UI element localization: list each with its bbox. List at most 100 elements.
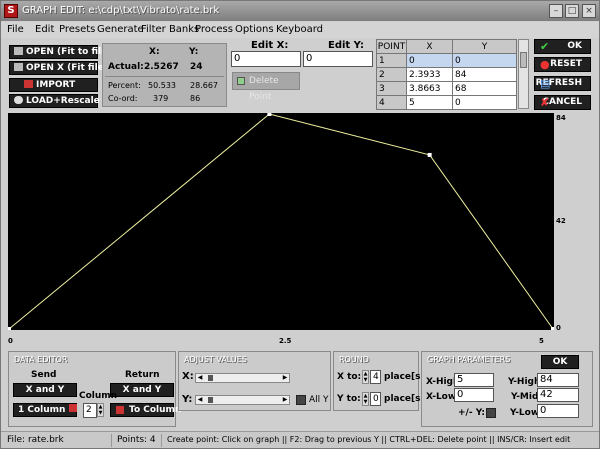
adjust-x-label: X: bbox=[182, 371, 194, 382]
row-y[interactable]: 68 bbox=[452, 81, 517, 96]
points-table: POINT X Y 1 0 0 2 2.3933 84 3 3.8663 68 … bbox=[376, 39, 517, 110]
row-x[interactable]: 3.8663 bbox=[406, 81, 453, 96]
table-scrollbar[interactable] bbox=[518, 39, 529, 109]
close-icon[interactable]: × bbox=[582, 4, 596, 18]
cancel-icon: ✘ bbox=[540, 96, 550, 109]
actual-y-value: 24 bbox=[190, 62, 203, 72]
minimize-icon[interactable]: – bbox=[549, 4, 563, 18]
menu-file[interactable]: File bbox=[7, 24, 24, 35]
round-y-field[interactable]: 0 bbox=[370, 392, 381, 406]
graph-point-1[interactable] bbox=[7, 327, 11, 331]
menu-edit[interactable]: Edit bbox=[35, 24, 54, 35]
coord-label: Co-ord: bbox=[108, 94, 138, 103]
actual-x-value: 2.5267 bbox=[144, 62, 179, 72]
graph-point-4[interactable] bbox=[551, 327, 555, 331]
col-header-y[interactable]: Y bbox=[452, 39, 517, 54]
reset-button[interactable]: ● RESET bbox=[534, 57, 591, 72]
coord-x-value: 379 bbox=[153, 94, 169, 103]
import-icon bbox=[24, 80, 33, 88]
to-column-button[interactable]: To Column bbox=[110, 403, 181, 417]
row-point: 3 bbox=[376, 81, 407, 96]
one-column-button[interactable]: 1 Column bbox=[13, 403, 78, 417]
graph-point-3[interactable] bbox=[427, 152, 432, 157]
send-label: Send bbox=[31, 370, 57, 380]
open-x-fit-button[interactable]: OPEN X (Fit file) bbox=[9, 61, 108, 75]
round-x-spinner[interactable]: ▲ ▼ bbox=[362, 370, 369, 384]
x-tick-low: 0 bbox=[8, 337, 13, 345]
row-x[interactable]: 2.3933 bbox=[406, 67, 453, 82]
round-x-field[interactable]: 4 bbox=[370, 370, 381, 384]
delete-point-button[interactable]: Delete Point bbox=[232, 72, 300, 102]
menu-generate[interactable]: Generate bbox=[97, 24, 144, 35]
percent-x-value: 50.533 bbox=[148, 81, 176, 90]
menu-options[interactable]: Options bbox=[235, 24, 274, 35]
one-column-label: 1 Column bbox=[18, 405, 66, 415]
delete-point-label: Delete Point bbox=[249, 76, 279, 102]
row-point: 4 bbox=[376, 95, 407, 110]
actual-label: Actual: bbox=[108, 62, 144, 72]
edit-x-field[interactable]: 0 bbox=[231, 51, 301, 67]
ok-button[interactable]: ✔ OK bbox=[534, 39, 591, 54]
cancel-button[interactable]: ✘ CANCEL bbox=[534, 95, 591, 110]
edit-y-field[interactable]: 0 bbox=[303, 51, 373, 67]
plus-minus-y-checkbox[interactable] bbox=[486, 408, 496, 418]
maximize-icon[interactable]: □ bbox=[565, 4, 579, 18]
scroll-thumb[interactable] bbox=[520, 52, 527, 68]
y-tick-mid: 42 bbox=[556, 217, 566, 225]
row-y[interactable]: 84 bbox=[452, 67, 517, 82]
slider-right-icon[interactable]: ▶ bbox=[281, 374, 289, 382]
graph-parameters-title: GRAPH PARAMETERS bbox=[427, 355, 511, 364]
menu-process[interactable]: Process bbox=[195, 24, 233, 35]
table-row[interactable]: 1 0 0 bbox=[376, 53, 517, 68]
data-editor-title: DATA EDITOR bbox=[14, 355, 68, 364]
ok-label: OK bbox=[567, 41, 582, 51]
col-header-point[interactable]: POINT bbox=[376, 39, 407, 54]
load-rescale-button[interactable]: LOAD+Rescale bbox=[9, 94, 100, 108]
row-y[interactable]: 0 bbox=[452, 53, 517, 68]
row-y[interactable]: 0 bbox=[452, 95, 517, 110]
adjust-values-title: ADJUST VALUES bbox=[184, 355, 247, 364]
edit-y-label: Edit Y: bbox=[328, 40, 365, 51]
menu-bar: File Edit Presets Generate Filter Banks … bbox=[1, 22, 599, 38]
column-spinner[interactable]: ▲ ▼ bbox=[97, 403, 104, 417]
x-high-field[interactable]: 5 bbox=[454, 373, 494, 387]
open-fit-button[interactable]: OPEN (Fit to file) bbox=[9, 45, 111, 59]
plus-minus-y-label: +/- Y: bbox=[458, 408, 486, 418]
round-panel: ROUND X to: ▲ ▼ 4 place[s] Y to: ▲ ▼ 0 pla… bbox=[333, 351, 425, 411]
graph-point-2[interactable] bbox=[267, 112, 272, 116]
menu-filter-banks[interactable]: Filter Banks bbox=[141, 24, 199, 35]
adjust-x-slider[interactable]: ◀ ▶ bbox=[195, 373, 290, 383]
all-y-checkbox[interactable] bbox=[296, 395, 306, 405]
round-y-spinner[interactable]: ▲ ▼ bbox=[362, 392, 369, 406]
menu-keyboard[interactable]: Keyboard bbox=[276, 24, 323, 35]
app-icon: S bbox=[4, 4, 18, 18]
col-header-x[interactable]: X bbox=[406, 39, 453, 54]
status-bar: File: rate.brk Points: 4 Create point: C… bbox=[1, 431, 599, 448]
params-ok-button[interactable]: OK bbox=[541, 355, 579, 369]
slider-thumb[interactable] bbox=[208, 375, 213, 381]
x-low-field[interactable]: 0 bbox=[454, 388, 494, 402]
slider-thumb[interactable] bbox=[208, 397, 213, 403]
title-bar: S GRAPH EDIT: e:\cdp\txt\Vibrato\rate.br… bbox=[1, 1, 599, 21]
row-x[interactable]: 0 bbox=[406, 53, 453, 68]
column-field[interactable]: 2 bbox=[83, 403, 97, 418]
menu-presets[interactable]: Presets bbox=[59, 24, 95, 35]
table-row[interactable]: 4 5 0 bbox=[376, 95, 517, 110]
graph-area[interactable] bbox=[7, 112, 555, 331]
graph-svg[interactable] bbox=[7, 112, 555, 331]
send-xy-button[interactable]: X and Y bbox=[13, 383, 77, 397]
table-row[interactable]: 2 2.3933 84 bbox=[376, 67, 517, 82]
return-xy-button[interactable]: X and Y bbox=[110, 383, 174, 397]
slider-right-icon[interactable]: ▶ bbox=[281, 396, 289, 404]
slider-left-icon[interactable]: ◀ bbox=[196, 374, 204, 382]
adjust-y-slider[interactable]: ◀ ▶ bbox=[195, 395, 290, 405]
y-low-field[interactable]: 0 bbox=[537, 404, 579, 418]
y-mid-field[interactable]: 42 bbox=[537, 388, 579, 402]
row-x[interactable]: 5 bbox=[406, 95, 453, 110]
readout-panel: X: Y: Actual: 2.5267 24 Percent: 50.533 … bbox=[102, 43, 227, 107]
y-high-field[interactable]: 84 bbox=[537, 373, 579, 387]
slider-left-icon[interactable]: ◀ bbox=[196, 396, 204, 404]
table-row[interactable]: 3 3.8663 68 bbox=[376, 81, 517, 96]
import-button[interactable]: IMPORT bbox=[9, 78, 98, 92]
refresh-button[interactable]: ▤ REFRESH bbox=[534, 76, 591, 91]
